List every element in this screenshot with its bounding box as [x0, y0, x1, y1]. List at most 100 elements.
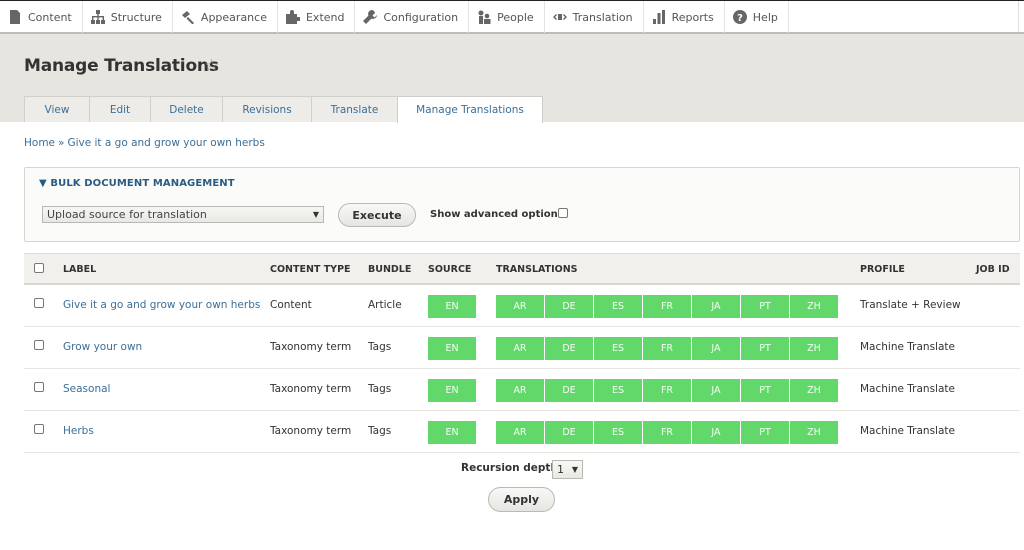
tab-revisions[interactable]: Revisions: [222, 96, 312, 122]
translation-status-badge[interactable]: ZH: [790, 295, 838, 318]
header-bundle[interactable]: BUNDLE: [368, 264, 411, 275]
row-checkbox[interactable]: [34, 382, 44, 392]
row-bundle: Tags: [368, 383, 392, 395]
row-profile: Machine Translate: [860, 383, 955, 395]
bulk-action-value: Upload source for translation: [47, 208, 207, 221]
table-row: Seasonal Taxonomy term Tags EN AR DE ES FR JA PT Z…: [24, 369, 1020, 411]
translation-status-badge[interactable]: JA: [692, 421, 740, 444]
translation-status-badge[interactable]: DE: [545, 421, 593, 444]
execute-button[interactable]: Execute: [338, 203, 416, 227]
translation-status-badge[interactable]: ES: [594, 379, 642, 402]
sitemap-icon: [90, 10, 105, 24]
source-status-badge[interactable]: EN: [428, 379, 476, 402]
breadcrumb: Home» Give it a go and grow your own herb…: [24, 137, 265, 149]
row-label-link[interactable]: Give it a go and grow your own herbs: [63, 299, 260, 311]
bar-chart-icon: [652, 10, 666, 24]
translation-status-badge[interactable]: FR: [643, 379, 691, 402]
translation-status-badge[interactable]: ES: [594, 337, 642, 360]
puzzle-icon: [285, 10, 300, 24]
translation-status-badge[interactable]: DE: [545, 379, 593, 402]
recursion-depth-label: Recursion depth:: [461, 462, 563, 474]
file-icon: [8, 10, 22, 24]
row-bundle: Tags: [368, 425, 392, 437]
toolbar-item-translation[interactable]: Translation: [545, 1, 644, 33]
toolbar-item-label: Translation: [572, 10, 633, 24]
row-checkbox[interactable]: [34, 424, 44, 434]
people-icon: [477, 10, 491, 24]
translation-status-badge[interactable]: ES: [594, 295, 642, 318]
tab-edit[interactable]: Edit: [89, 96, 151, 122]
translation-status-badge[interactable]: ES: [594, 421, 642, 444]
tab-translate[interactable]: Translate: [311, 96, 398, 122]
breadcrumb-current[interactable]: Give it a go and grow your own herbs: [67, 137, 264, 149]
row-profile: Translate + Review: [860, 299, 961, 311]
translation-status-badge[interactable]: ZH: [790, 379, 838, 402]
header-label[interactable]: LABEL: [63, 264, 96, 275]
bulk-panel-toggle[interactable]: ▼ BULK DOCUMENT MANAGEMENT: [39, 178, 235, 189]
translation-status-badge[interactable]: DE: [545, 337, 593, 360]
tab-manage-translations[interactable]: Manage Translations: [397, 96, 543, 123]
header-profile: PROFILE: [860, 264, 905, 275]
breadcrumb-home[interactable]: Home: [24, 137, 55, 149]
row-checkbox[interactable]: [34, 340, 44, 350]
translation-status-badge[interactable]: ZH: [790, 421, 838, 444]
row-label-link[interactable]: Herbs: [63, 425, 94, 437]
row-bundle: Article: [368, 299, 402, 311]
translation-status-badge[interactable]: PT: [741, 295, 789, 318]
translation-status-badge[interactable]: FR: [643, 295, 691, 318]
table-row: Herbs Taxonomy term Tags EN AR DE ES FR JA PT ZH Ma…: [24, 411, 1020, 453]
recursion-depth-value: 1: [557, 463, 564, 476]
translation-status-badge[interactable]: FR: [643, 421, 691, 444]
page-title: Manage Translations: [24, 56, 219, 76]
bulk-document-management-panel: ▼ BULK DOCUMENT MANAGEMENT Upload source…: [24, 167, 1020, 242]
translation-status-badge[interactable]: DE: [545, 295, 593, 318]
toolbar-item-configuration[interactable]: Configuration: [355, 1, 470, 33]
translation-status-badge[interactable]: PT: [741, 421, 789, 444]
translation-status-badge[interactable]: JA: [692, 379, 740, 402]
toolbar-item-reports[interactable]: Reports: [644, 1, 725, 33]
star-icon[interactable]: ☆: [204, 56, 219, 76]
advanced-options-checkbox[interactable]: [558, 208, 568, 218]
tab-delete[interactable]: Delete: [150, 96, 223, 122]
translation-status-badge[interactable]: AR: [496, 379, 544, 402]
admin-toolbar: Content Structure Appearance Extend Conf…: [0, 0, 1024, 34]
toolbar-item-people[interactable]: People: [469, 1, 545, 33]
toolbar-item-appearance[interactable]: Appearance: [173, 1, 278, 33]
row-label-link[interactable]: Grow your own: [63, 341, 142, 353]
translation-status-badge[interactable]: AR: [496, 337, 544, 360]
bulk-action-select[interactable]: Upload source for translation ▼: [42, 206, 324, 223]
translation-status-badge[interactable]: JA: [692, 337, 740, 360]
documents-table: LABEL CONTENT TYPE BUNDLE SOURCE TRANSLA…: [24, 253, 1020, 453]
toolbar-item-label: Reports: [671, 10, 714, 24]
translation-status-badge[interactable]: PT: [741, 337, 789, 360]
toolbar-tray-toggle[interactable]: [1018, 1, 1024, 32]
toolbar-item-label: Content: [28, 10, 72, 24]
translation-status-badge[interactable]: AR: [496, 421, 544, 444]
header-content-type[interactable]: CONTENT TYPE: [270, 264, 351, 275]
primary-tabs: View Edit Delete Revisions Translate Man…: [24, 96, 543, 123]
header-source: SOURCE: [428, 264, 472, 275]
svg-text:?: ?: [737, 13, 743, 24]
source-status-badge[interactable]: EN: [428, 295, 476, 318]
page-header: Manage Translations ☆ View Edit Delete R…: [0, 34, 1024, 123]
recursion-depth-select[interactable]: 1 ▼: [552, 460, 583, 479]
select-all-checkbox[interactable]: [34, 263, 44, 273]
help-icon: ?: [732, 10, 747, 24]
translation-status-badge[interactable]: AR: [496, 295, 544, 318]
row-checkbox[interactable]: [34, 298, 44, 308]
row-content-type: Taxonomy term: [270, 425, 352, 437]
translation-status-badge[interactable]: FR: [643, 337, 691, 360]
row-label-link[interactable]: Seasonal: [63, 383, 110, 395]
toolbar-item-content[interactable]: Content: [0, 1, 83, 33]
translation-status-badge[interactable]: JA: [692, 295, 740, 318]
toolbar-item-extend[interactable]: Extend: [278, 1, 356, 33]
translation-status-badge[interactable]: ZH: [790, 337, 838, 360]
source-status-badge[interactable]: EN: [428, 337, 476, 360]
toolbar-item-structure[interactable]: Structure: [83, 1, 173, 33]
tab-view[interactable]: View: [24, 96, 90, 122]
toolbar-item-help[interactable]: ? Help: [725, 1, 789, 33]
apply-button[interactable]: Apply: [488, 487, 555, 512]
source-status-badge[interactable]: EN: [428, 421, 476, 444]
translation-status-badge[interactable]: PT: [741, 379, 789, 402]
